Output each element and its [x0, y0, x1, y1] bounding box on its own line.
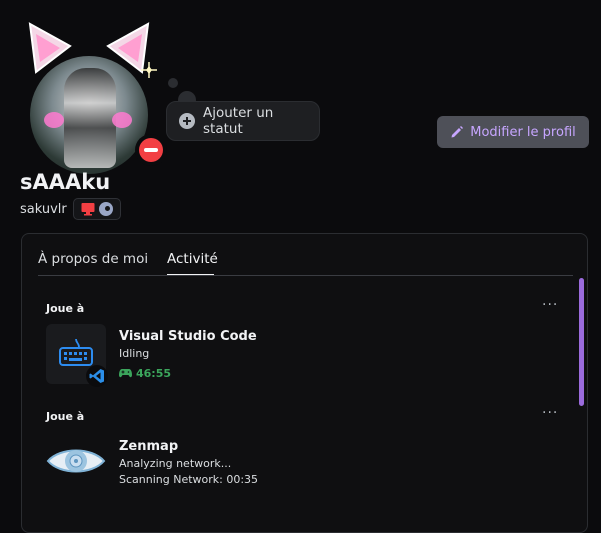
platform-badge[interactable]	[73, 198, 121, 220]
tab-activity[interactable]: Activité	[167, 251, 218, 267]
username[interactable]: sakuvlr	[20, 202, 67, 217]
activity-section-title: Joue à	[46, 302, 85, 315]
tab-divider	[38, 275, 573, 276]
bubble-dot-small	[168, 78, 178, 88]
avatar-container[interactable]	[22, 22, 167, 174]
tab-about-me[interactable]: À propos de moi	[38, 251, 148, 267]
controller-icon	[119, 369, 132, 378]
cat-ears-decoration	[28, 22, 157, 78]
more-options-button[interactable]: ···	[542, 297, 558, 313]
activity-detail: Scanning Network: 00:35	[119, 473, 259, 486]
profile-panel: À propos de moi Activité Joue à ··· Visu…	[21, 233, 588, 533]
steam-icon	[99, 202, 113, 216]
add-status-button[interactable]: Ajouter un statut	[166, 101, 320, 141]
edit-profile-label: Modifier le profil	[470, 124, 576, 140]
activity-name: Zenmap	[119, 439, 179, 454]
status-dnd-icon	[135, 134, 167, 166]
edit-profile-button[interactable]: Modifier le profil	[437, 116, 589, 148]
add-status-label: Ajouter un statut	[203, 105, 274, 137]
activity-detail: Idling	[119, 347, 150, 360]
pencil-icon	[451, 126, 464, 138]
activity-section-title: Joue à	[46, 410, 85, 423]
display-name: sAAAku	[20, 170, 111, 194]
plus-icon	[179, 113, 195, 129]
scrollbar[interactable]	[579, 278, 584, 406]
eye-icon	[46, 449, 106, 473]
activity-detail: Analyzing network...	[119, 457, 232, 470]
activity-timer-value: 46:55	[136, 367, 172, 380]
desktop-icon	[81, 203, 95, 216]
vscode-icon	[86, 365, 108, 387]
more-options-button[interactable]: ···	[542, 405, 558, 421]
activity-name: Visual Studio Code	[119, 329, 257, 344]
activity-timer: 46:55	[119, 367, 171, 380]
